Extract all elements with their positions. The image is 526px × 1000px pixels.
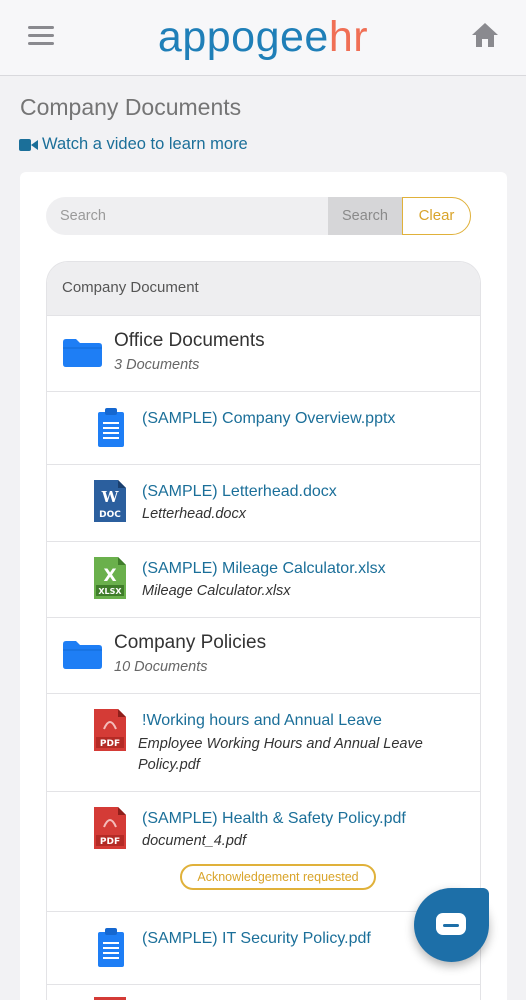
document-name[interactable]: (SAMPLE) Letterhead.docx — [142, 483, 337, 501]
acknowledgement-badge: Acknowledgement requested — [180, 864, 376, 890]
document-filename: document_4.pdf — [142, 833, 246, 849]
document-row[interactable]: W DOC (SAMPLE) Letterhead.docx Letterhead… — [47, 465, 480, 542]
folder-name: Office Documents — [114, 330, 265, 351]
chat-icon — [436, 913, 466, 935]
svg-text:XLSX: XLSX — [98, 587, 122, 596]
document-name[interactable]: (SAMPLE) Mileage Calculator.xlsx — [142, 560, 386, 578]
document-name[interactable]: (SAMPLE) Company Overview.pptx — [142, 410, 395, 428]
video-camera-icon — [19, 138, 38, 151]
document-filename: Letterhead.docx — [142, 506, 246, 522]
folder-row[interactable]: Office Documents 3 Documents — [47, 316, 480, 392]
svg-text:DOC: DOC — [99, 510, 121, 520]
svg-text:W: W — [101, 488, 120, 506]
page-title: Company Documents — [20, 94, 242, 120]
clear-button[interactable]: Clear — [402, 197, 471, 235]
folder-icon — [63, 339, 102, 367]
folder-row[interactable]: Company Policies 10 Documents — [47, 618, 480, 694]
chat-button[interactable] — [414, 888, 489, 962]
document-name[interactable]: !Working hours and Annual Leave — [142, 712, 382, 730]
document-row[interactable]: (SAMPLE) Company Overview.pptx — [47, 392, 480, 465]
list-header: Company Document — [47, 262, 480, 316]
folder-name: Company Policies — [114, 632, 267, 653]
search-input[interactable] — [46, 197, 329, 235]
document-row[interactable] — [47, 985, 480, 1000]
xlsx-file-icon: XXLSX — [94, 557, 126, 599]
pdf-file-icon: PDF — [94, 709, 126, 751]
clipboard-icon — [98, 408, 124, 447]
documents-card: Search Clear Company Document Office Doc… — [20, 172, 507, 1000]
pdf-file-icon: PDF — [94, 807, 126, 849]
documents-list: Company Document Office Documents 3 Docu… — [46, 261, 481, 1000]
logo-text-appogee: appogee — [157, 13, 329, 61]
document-row[interactable]: X XLSX (SAMPLE) Mileage Calculator.xlsx M… — [47, 542, 480, 618]
svg-text:PDF: PDF — [100, 837, 120, 847]
folder-count: 10 Documents — [114, 659, 208, 675]
app-header: appogeehr — [0, 0, 526, 76]
clipboard-icon — [98, 928, 124, 967]
document-name[interactable]: (SAMPLE) Health & Safety Policy.pdf — [142, 810, 406, 828]
folder-count: 3 Documents — [114, 357, 200, 373]
svg-text:PDF: PDF — [100, 739, 120, 749]
home-icon[interactable] — [471, 22, 499, 48]
document-name[interactable]: (SAMPLE) IT Security Policy.pdf — [142, 930, 371, 948]
app-logo[interactable]: appogeehr — [0, 12, 526, 62]
search-button[interactable]: Search — [328, 197, 402, 235]
watch-video-link[interactable]: Watch a video to learn more — [19, 135, 248, 154]
folder-icon — [63, 641, 102, 669]
document-filename: Mileage Calculator.xlsx — [142, 583, 291, 599]
doc-file-icon: W DOC — [94, 480, 126, 522]
document-row[interactable]: PDF (SAMPLE) Health & Safety Policy.pdf … — [47, 792, 480, 912]
document-row[interactable]: PDF !Working hours and Annual Leave Empl… — [47, 694, 480, 792]
document-filename: Employee Working Hours and Annual Leave … — [138, 736, 423, 773]
logo-text-hr: hr — [328, 13, 369, 61]
svg-text:X: X — [103, 566, 116, 586]
watch-video-label: Watch a video to learn more — [42, 135, 248, 153]
